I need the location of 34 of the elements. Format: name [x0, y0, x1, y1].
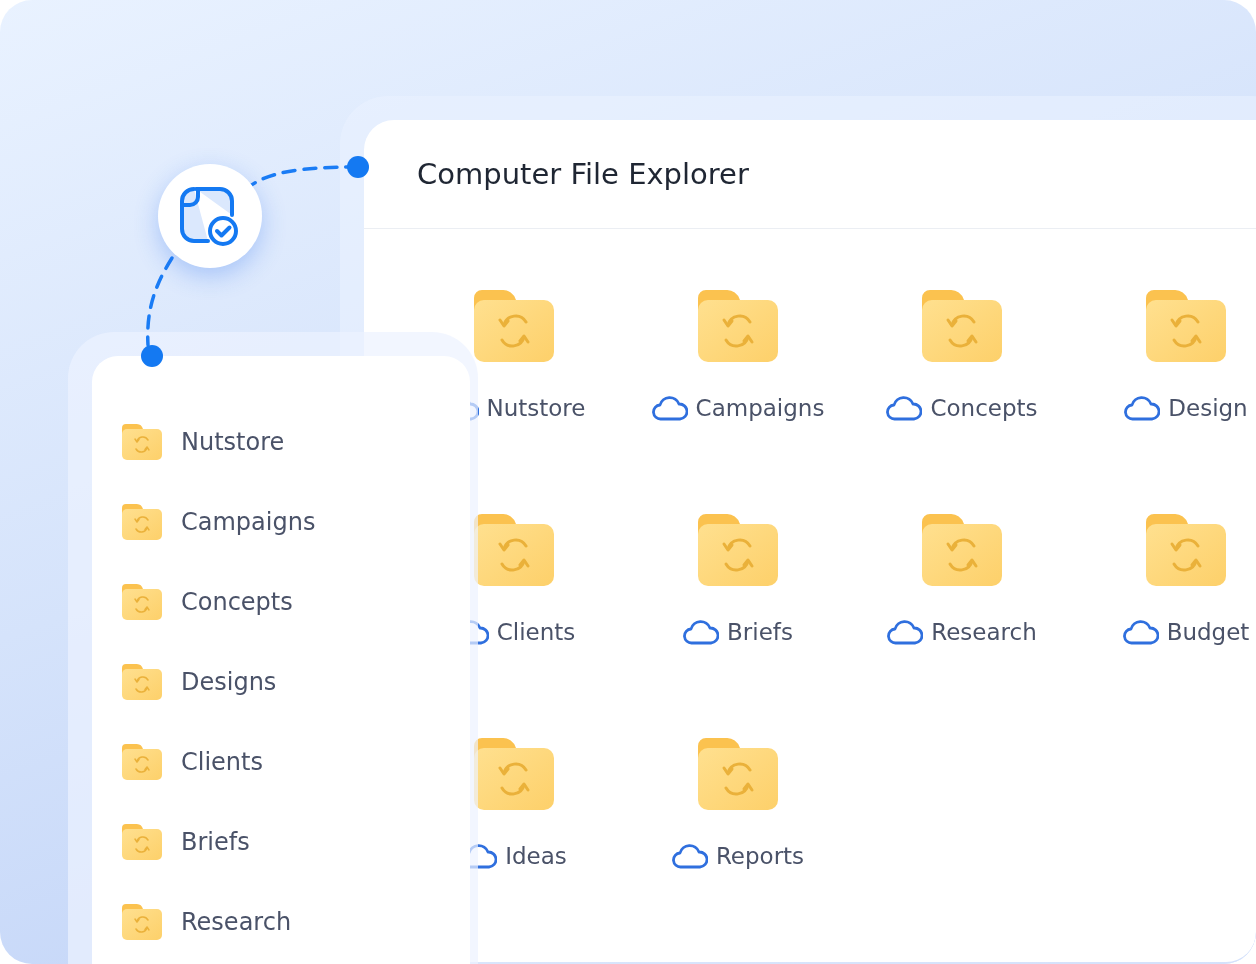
folder-icon — [122, 744, 162, 780]
folder-name[interactable]: Design — [1168, 395, 1248, 421]
folder-icon — [122, 424, 162, 460]
folder-icon — [122, 824, 162, 860]
folder-icon — [122, 904, 162, 940]
folder-list-item[interactable]: Campaigns — [181, 508, 316, 536]
folder-icon — [122, 584, 162, 620]
folder-icon — [474, 290, 554, 362]
folder-icon — [1146, 290, 1226, 362]
folder-name[interactable]: Research — [931, 619, 1037, 645]
folder-list-item[interactable]: Nutstore — [181, 428, 285, 456]
folder-list-item[interactable]: Research — [181, 908, 292, 936]
folder-icon — [122, 664, 162, 700]
folder-list-item[interactable]: Concepts — [181, 588, 293, 616]
folder-icon — [698, 738, 778, 810]
folder-name[interactable]: Campaigns — [695, 395, 825, 421]
folder-name[interactable]: Budget — [1166, 619, 1250, 645]
folder-name[interactable]: Reports — [715, 843, 805, 869]
folder-name[interactable]: Nutstore — [486, 395, 586, 421]
folder-list-item[interactable]: Briefs — [181, 828, 250, 856]
folder-icon — [922, 514, 1002, 586]
folder-icon — [122, 504, 162, 540]
window-title: Computer File Explorer — [417, 157, 749, 191]
folder-icon — [698, 514, 778, 586]
folder-icon — [922, 290, 1002, 362]
folder-name[interactable]: Clients — [496, 619, 576, 645]
folder-list-item[interactable]: Designs — [181, 668, 277, 696]
folder-name[interactable]: Ideas — [505, 843, 567, 869]
folder-icon — [1146, 514, 1226, 586]
folder-name[interactable]: Concepts — [930, 395, 1038, 421]
folder-list-item[interactable]: Clients — [181, 748, 263, 776]
file-check-icon — [180, 185, 240, 247]
folder-icon — [698, 290, 778, 362]
folder-name[interactable]: Briefs — [727, 619, 793, 645]
